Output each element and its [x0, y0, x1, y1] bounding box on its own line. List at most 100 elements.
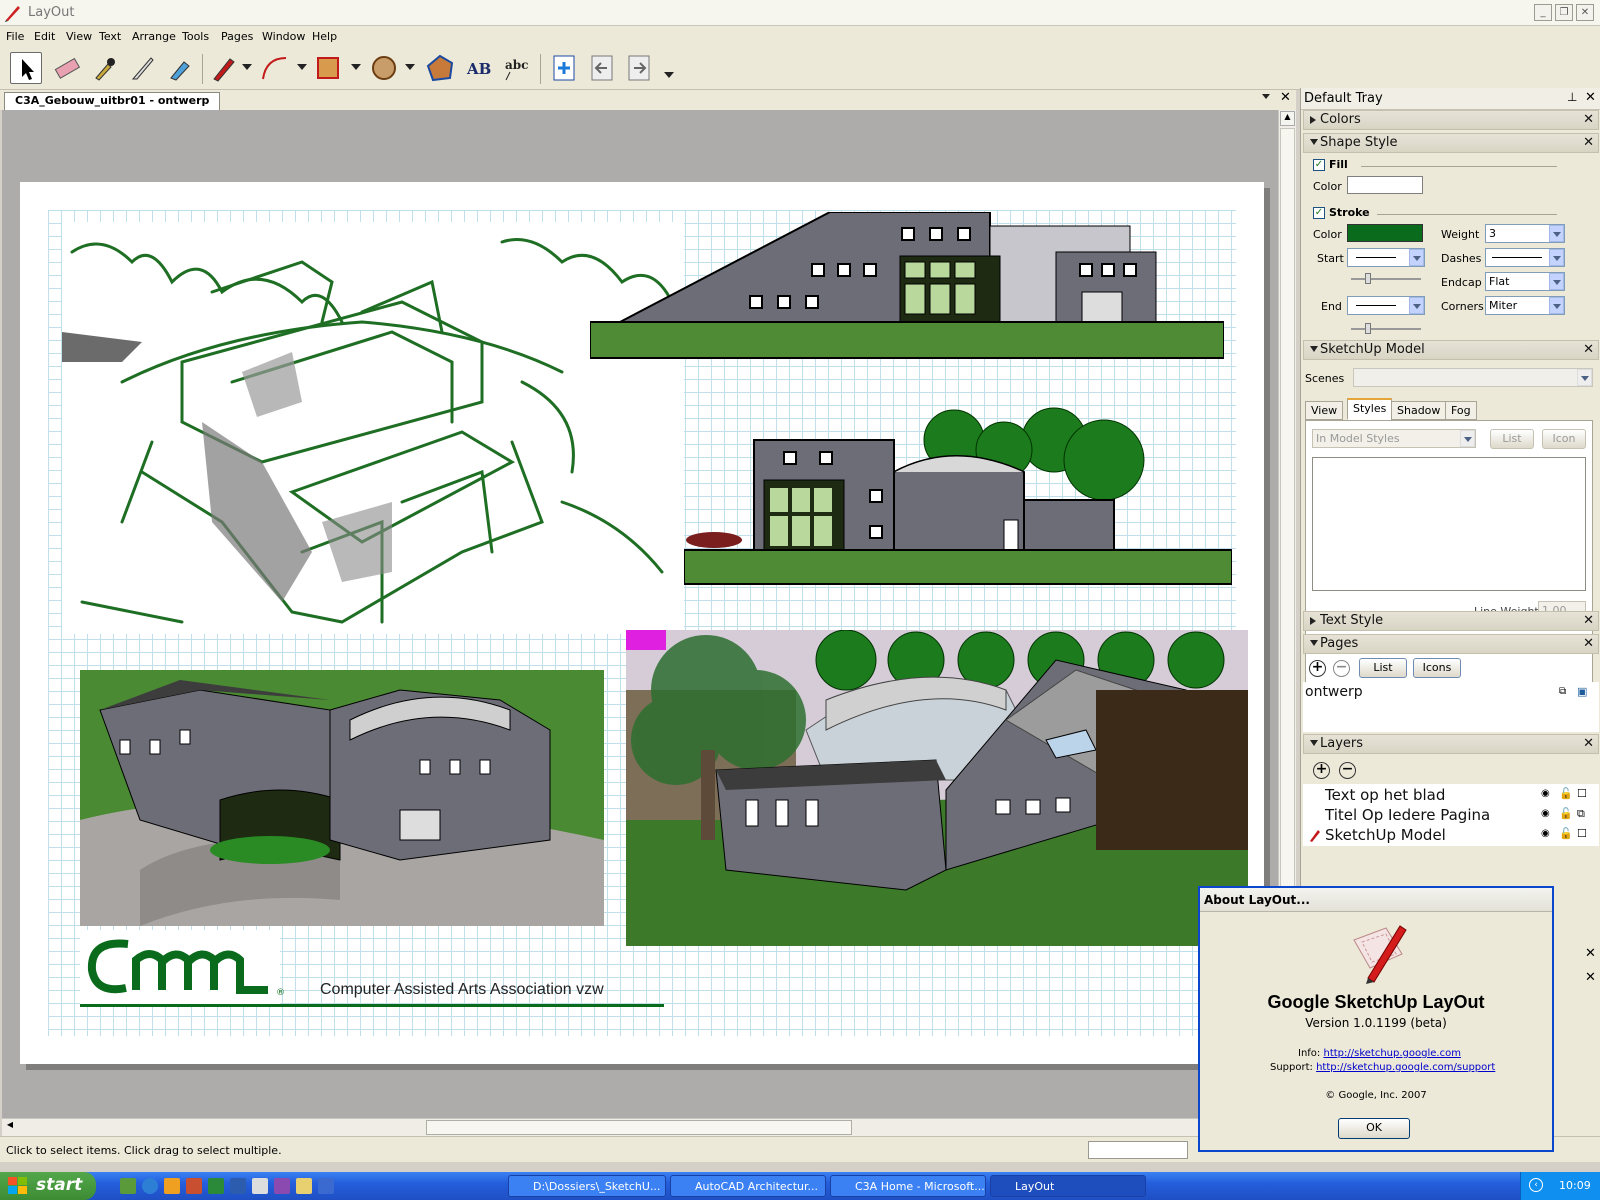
line-tool-button[interactable]	[208, 52, 240, 84]
arc-tool-button[interactable]	[258, 52, 290, 84]
layer-item-sketchup-model[interactable]: SketchUp Model	[1325, 826, 1446, 844]
quick-launch-icon[interactable]	[318, 1178, 334, 1194]
share-page-icon[interactable]: ☐	[1577, 787, 1587, 800]
add-layer-icon[interactable]: +	[1313, 762, 1330, 779]
lock-icon[interactable]: 🔓	[1559, 807, 1573, 820]
corners-select[interactable]: Miter	[1485, 296, 1565, 315]
end-size-slider[interactable]	[1351, 323, 1421, 334]
label-tool-button[interactable]: abc	[500, 52, 532, 84]
pages-list-button[interactable]: List	[1359, 658, 1407, 678]
fill-color-swatch[interactable]	[1347, 176, 1423, 194]
chevron-left-icon[interactable]: ‹	[1529, 1178, 1543, 1192]
word-icon[interactable]	[230, 1178, 246, 1194]
side-elevation-viewport[interactable]	[684, 400, 1232, 586]
close-icon[interactable]: ✕	[1583, 613, 1594, 628]
endcap-select[interactable]: Flat	[1485, 272, 1565, 291]
shape-style-panel-header[interactable]: Shape Style ✕	[1303, 133, 1599, 153]
text-style-panel-header[interactable]: Text Style ✕	[1303, 611, 1599, 631]
lock-icon[interactable]: 🔓	[1559, 827, 1573, 840]
minimize-button[interactable]: _	[1534, 4, 1552, 21]
text-tool-button[interactable]: AB	[462, 52, 494, 84]
visibility-eye-icon[interactable]: ◉	[1541, 808, 1550, 819]
ie-icon[interactable]	[142, 1178, 158, 1194]
style-tool-button[interactable]	[164, 52, 196, 84]
line-tool-dropdown[interactable]	[242, 64, 252, 70]
horizontal-scrollbar[interactable]: ◀	[2, 1118, 1296, 1136]
scroll-left-icon[interactable]: ◀	[2, 1120, 18, 1135]
dashes-select[interactable]	[1485, 248, 1565, 267]
lock-icon[interactable]: 🔓	[1559, 787, 1573, 800]
tab-view[interactable]: View	[1305, 401, 1344, 420]
layer-item-text[interactable]: Text op het blad	[1325, 786, 1445, 804]
close-icon[interactable]: ✕	[1583, 135, 1594, 150]
remove-page-icon[interactable]: −	[1333, 660, 1350, 677]
tab-shadow[interactable]: Shadow	[1391, 401, 1447, 420]
info-link[interactable]: http://sketchup.google.com	[1323, 1048, 1460, 1059]
menu-file[interactable]: File	[6, 30, 24, 43]
menu-help[interactable]: Help	[312, 30, 337, 43]
taskbar-task-autocad[interactable]: AutoCAD Architectur...	[670, 1175, 826, 1197]
page-item-ontwerp[interactable]: ontwerp	[1305, 684, 1363, 700]
stroke-color-swatch[interactable]	[1347, 224, 1423, 242]
tab-styles[interactable]: Styles	[1347, 398, 1393, 420]
menu-edit[interactable]: Edit	[34, 30, 55, 43]
circle-tool-button[interactable]	[368, 52, 400, 84]
weight-select[interactable]: 3	[1485, 224, 1565, 243]
eraser-tool-button[interactable]	[50, 52, 82, 84]
styles-list-box[interactable]	[1312, 457, 1586, 591]
perspective-viewport[interactable]	[80, 670, 604, 926]
layer-item-title[interactable]: Titel Op Iedere Pagina	[1325, 806, 1490, 824]
courtyard-viewport[interactable]	[626, 630, 1248, 946]
quick-launch-icon[interactable]	[164, 1178, 180, 1194]
fill-checkbox[interactable]: ✓	[1313, 159, 1325, 171]
select-tool-button[interactable]	[10, 52, 42, 84]
menu-pages[interactable]: Pages	[221, 30, 253, 43]
previous-page-button[interactable]	[586, 52, 618, 84]
close-icon[interactable]: ✕	[1583, 636, 1594, 651]
menu-view[interactable]: View	[66, 30, 92, 43]
visibility-eye-icon[interactable]: ◉	[1541, 828, 1550, 839]
remove-layer-icon[interactable]: −	[1339, 762, 1356, 779]
styles-source-select[interactable]: In Model Styles	[1312, 429, 1476, 448]
quick-launch-icon[interactable]	[120, 1178, 136, 1194]
tab-list-dropdown[interactable]	[1262, 94, 1270, 99]
circle-tool-dropdown[interactable]	[405, 64, 415, 70]
taskbar-task-browser[interactable]: C3A Home - Microsoft...	[830, 1175, 986, 1197]
layers-panel-header[interactable]: Layers ✕	[1303, 734, 1599, 754]
split-tool-button[interactable]	[127, 52, 159, 84]
scenes-select[interactable]	[1353, 368, 1593, 387]
quick-launch-icon[interactable]	[274, 1178, 290, 1194]
close-icon[interactable]: ✕	[1583, 736, 1594, 751]
start-size-slider[interactable]	[1351, 273, 1421, 284]
add-page-icon[interactable]: +	[1309, 660, 1326, 677]
stroke-checkbox[interactable]: ✓	[1313, 207, 1325, 219]
pin-icon[interactable]: ⊥	[1567, 90, 1577, 104]
close-icon[interactable]: ✕	[1583, 112, 1594, 127]
eyedropper-tool-button[interactable]	[88, 52, 120, 84]
menu-arrange[interactable]: Arrange	[132, 30, 176, 43]
rectangle-tool-dropdown[interactable]	[351, 64, 361, 70]
horizontal-scroll-thumb[interactable]	[426, 1120, 852, 1135]
add-page-button[interactable]	[548, 52, 580, 84]
quick-launch-icon[interactable]	[296, 1178, 312, 1194]
visibility-eye-icon[interactable]: ◉	[1541, 788, 1550, 799]
quick-launch-icon[interactable]	[186, 1178, 202, 1194]
start-arrow-select[interactable]	[1347, 248, 1425, 267]
colors-panel-header[interactable]: Colors ✕	[1303, 110, 1599, 130]
close-icon[interactable]: ✕	[1585, 946, 1596, 961]
pages-panel-header[interactable]: Pages ✕	[1303, 634, 1599, 654]
tab-fog[interactable]: Fog	[1445, 401, 1477, 420]
menu-tools[interactable]: Tools	[182, 30, 209, 43]
pages-icons-button[interactable]: Icons	[1413, 658, 1461, 678]
close-icon[interactable]: ✕	[1583, 342, 1594, 357]
styles-icon-button[interactable]: Icon	[1542, 429, 1586, 449]
share-page-icon[interactable]: ⧉	[1577, 807, 1585, 821]
support-link[interactable]: http://sketchup.google.com/support	[1316, 1062, 1495, 1073]
close-icon[interactable]: ✕	[1585, 970, 1596, 985]
duplicate-page-icon[interactable]: ⧉	[1559, 686, 1566, 697]
rectangle-tool-button[interactable]	[312, 52, 344, 84]
close-document-icon[interactable]: ✕	[1280, 90, 1291, 105]
styles-list-button[interactable]: List	[1490, 429, 1534, 449]
ok-button[interactable]: OK	[1338, 1118, 1410, 1139]
presentation-icon[interactable]: ▣	[1577, 685, 1587, 698]
